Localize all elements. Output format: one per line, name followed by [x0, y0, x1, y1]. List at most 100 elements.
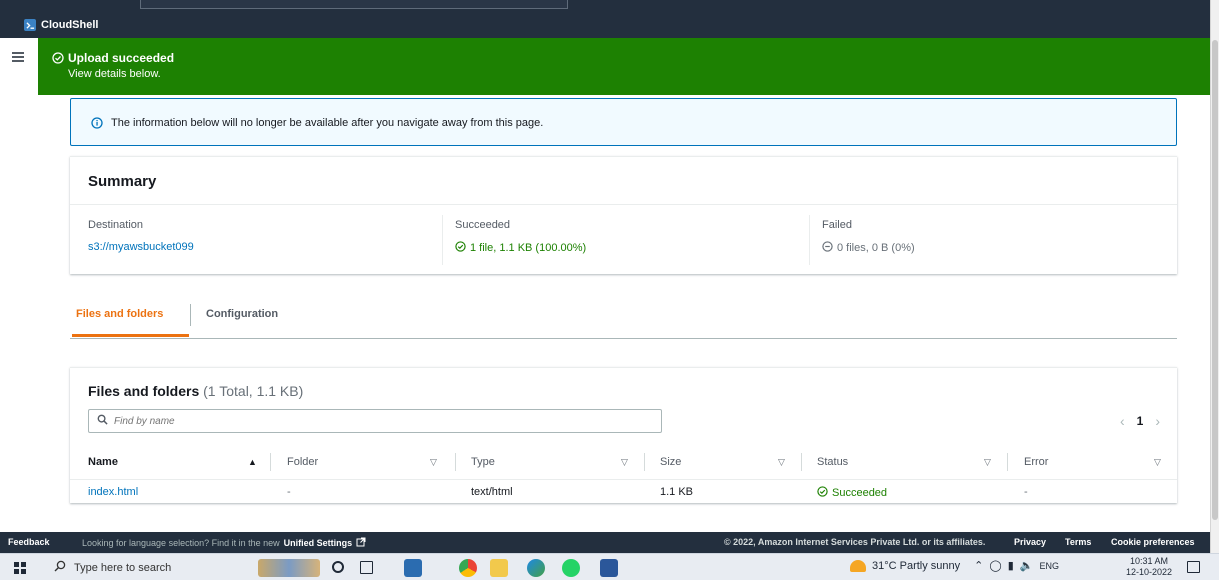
scrollbar-thumb[interactable] [1212, 40, 1218, 520]
flash-subtitle: View details below. [68, 68, 161, 80]
network-icon[interactable]: ◯ [989, 559, 1001, 572]
check-circle-icon [817, 486, 828, 500]
terminal-icon [24, 19, 36, 31]
clock-time: 10:31 AM [1130, 556, 1169, 566]
copyright: © 2022, Amazon Internet Services Private… [724, 537, 986, 547]
chevron-left-icon[interactable]: ‹ [1120, 413, 1125, 429]
file-name-link[interactable]: index.html [88, 486, 138, 498]
info-text: The information below will no longer be … [111, 117, 544, 129]
file-size: 1.1 KB [660, 486, 694, 498]
file-explorer-icon[interactable] [490, 559, 508, 577]
task-view-icon[interactable] [360, 561, 373, 574]
cloudshell-label: CloudShell [41, 19, 99, 31]
tab-separator [190, 304, 191, 326]
pagination: ‹ 1 › [1120, 413, 1160, 429]
info-alert: The information below will no longer be … [70, 98, 1177, 146]
sort-icon[interactable]: ▽ [430, 457, 437, 468]
summary-title: Summary [70, 157, 1177, 205]
search-icon [97, 412, 108, 430]
sort-icon[interactable]: ▽ [984, 457, 991, 468]
terms-link[interactable]: Terms [1065, 537, 1091, 547]
language-indicator[interactable]: ENG [1039, 561, 1059, 571]
windows-taskbar: Type here to search 31°C Partly sunny ⌃ … [0, 553, 1219, 580]
unified-settings-link[interactable]: Unified Settings [284, 538, 353, 548]
chrome-icon[interactable] [459, 559, 477, 577]
cortana-icon[interactable] [332, 561, 344, 573]
chevron-right-icon[interactable]: › [1155, 413, 1160, 429]
column-header-folder[interactable]: Folder [287, 456, 318, 468]
header-divider [70, 479, 1177, 480]
tab-files-and-folders[interactable]: Files and folders [76, 308, 163, 320]
news-widget-icon[interactable] [258, 559, 320, 577]
page: CloudShell Upload succeeded View details… [0, 0, 1219, 580]
system-tray: 31°C Partly sunny ⌃ ◯ ▮ 🔈 ENG [850, 559, 1059, 572]
search-input[interactable] [114, 415, 634, 427]
clock-date: 12-10-2022 [1126, 567, 1173, 577]
check-circle-icon [455, 241, 466, 255]
external-link-icon [356, 537, 366, 549]
sort-icon[interactable]: ▽ [778, 457, 785, 468]
files-title-text: Files and folders [88, 383, 200, 399]
destination-link[interactable]: s3://myawsbucket099 [88, 241, 194, 253]
taskbar-search-placeholder: Type here to search [74, 561, 172, 574]
file-folder: - [287, 486, 291, 498]
privacy-link[interactable]: Privacy [1014, 537, 1046, 547]
destination-column: Destination s3://myawsbucket099 [88, 219, 194, 253]
cookie-preferences-link[interactable]: Cookie preferences [1111, 537, 1195, 547]
files-count: (1 Total, 1.1 KB) [203, 383, 304, 399]
sort-icon[interactable]: ▽ [621, 457, 628, 468]
notification-icon[interactable] [1187, 561, 1200, 573]
console-search-bar[interactable] [140, 0, 568, 9]
taskbar-search[interactable]: Type here to search [40, 554, 240, 580]
failed-label: Failed [822, 219, 852, 231]
column-header-name[interactable]: Name [88, 456, 118, 468]
volume-icon[interactable]: 🔈 [1020, 559, 1034, 572]
tab-configuration[interactable]: Configuration [206, 308, 278, 320]
destination-label: Destination [88, 219, 144, 231]
flash-title: Upload succeeded [68, 51, 175, 65]
chevron-up-icon[interactable]: ⌃ [974, 559, 983, 572]
battery-icon[interactable]: ▮ [1008, 559, 1014, 572]
column-header-type[interactable]: Type [471, 456, 495, 468]
weather-text[interactable]: 31°C Partly sunny [872, 560, 960, 572]
minus-circle-icon [822, 241, 833, 255]
page-number[interactable]: 1 [1137, 414, 1144, 428]
file-status-text: Succeeded [832, 487, 888, 499]
word-icon[interactable] [600, 559, 618, 577]
sort-icon[interactable]: ▽ [1154, 457, 1161, 468]
edge-icon[interactable] [527, 559, 545, 577]
store-icon[interactable] [404, 559, 422, 577]
clock[interactable]: 10:31 AM 12-10-2022 [1126, 556, 1172, 578]
succeeded-label: Succeeded [455, 219, 511, 231]
column-header-size[interactable]: Size [660, 456, 681, 468]
language-message-text: Looking for language selection? Find it … [82, 538, 280, 548]
file-type: text/html [471, 486, 513, 498]
page-scrollbar[interactable] [1210, 0, 1219, 553]
sort-ascending-icon[interactable]: ▲ [248, 457, 257, 467]
column-header-error[interactable]: Error [1024, 456, 1048, 468]
info-icon [91, 116, 103, 134]
file-status: Succeeded [817, 486, 887, 500]
files-table-panel: Files and folders (1 Total, 1.1 KB) ‹ 1 … [70, 367, 1177, 503]
summary-panel: Summary Destination s3://myawsbucket099 … [70, 156, 1177, 274]
language-message: Looking for language selection? Find it … [82, 537, 366, 549]
windows-start-icon[interactable] [14, 562, 26, 574]
cloudshell-button[interactable]: CloudShell [24, 19, 98, 31]
column-header-status[interactable]: Status [817, 456, 848, 468]
failed-column: Failed 0 files, 0 B (0%) [822, 219, 915, 255]
feedback-button[interactable]: Feedback [8, 537, 50, 547]
find-by-name-search[interactable] [88, 409, 662, 433]
succeeded-value: 1 file, 1.1 KB (100.00%) [470, 242, 587, 254]
weather-icon [850, 559, 866, 572]
active-tab-indicator [72, 334, 189, 337]
check-circle-icon [52, 51, 64, 69]
menu-icon[interactable] [12, 52, 24, 62]
success-flash-banner: Upload succeeded View details below. [38, 38, 1210, 95]
files-table-title: Files and folders (1 Total, 1.1 KB) [88, 383, 303, 399]
file-error: - [1024, 486, 1028, 498]
search-icon [54, 560, 66, 575]
succeeded-column: Succeeded 1 file, 1.1 KB (100.00%) [455, 219, 586, 255]
whatsapp-icon[interactable] [562, 559, 580, 577]
failed-value: 0 files, 0 B (0%) [837, 242, 915, 254]
tab-list: Files and folders Configuration [70, 296, 1177, 339]
